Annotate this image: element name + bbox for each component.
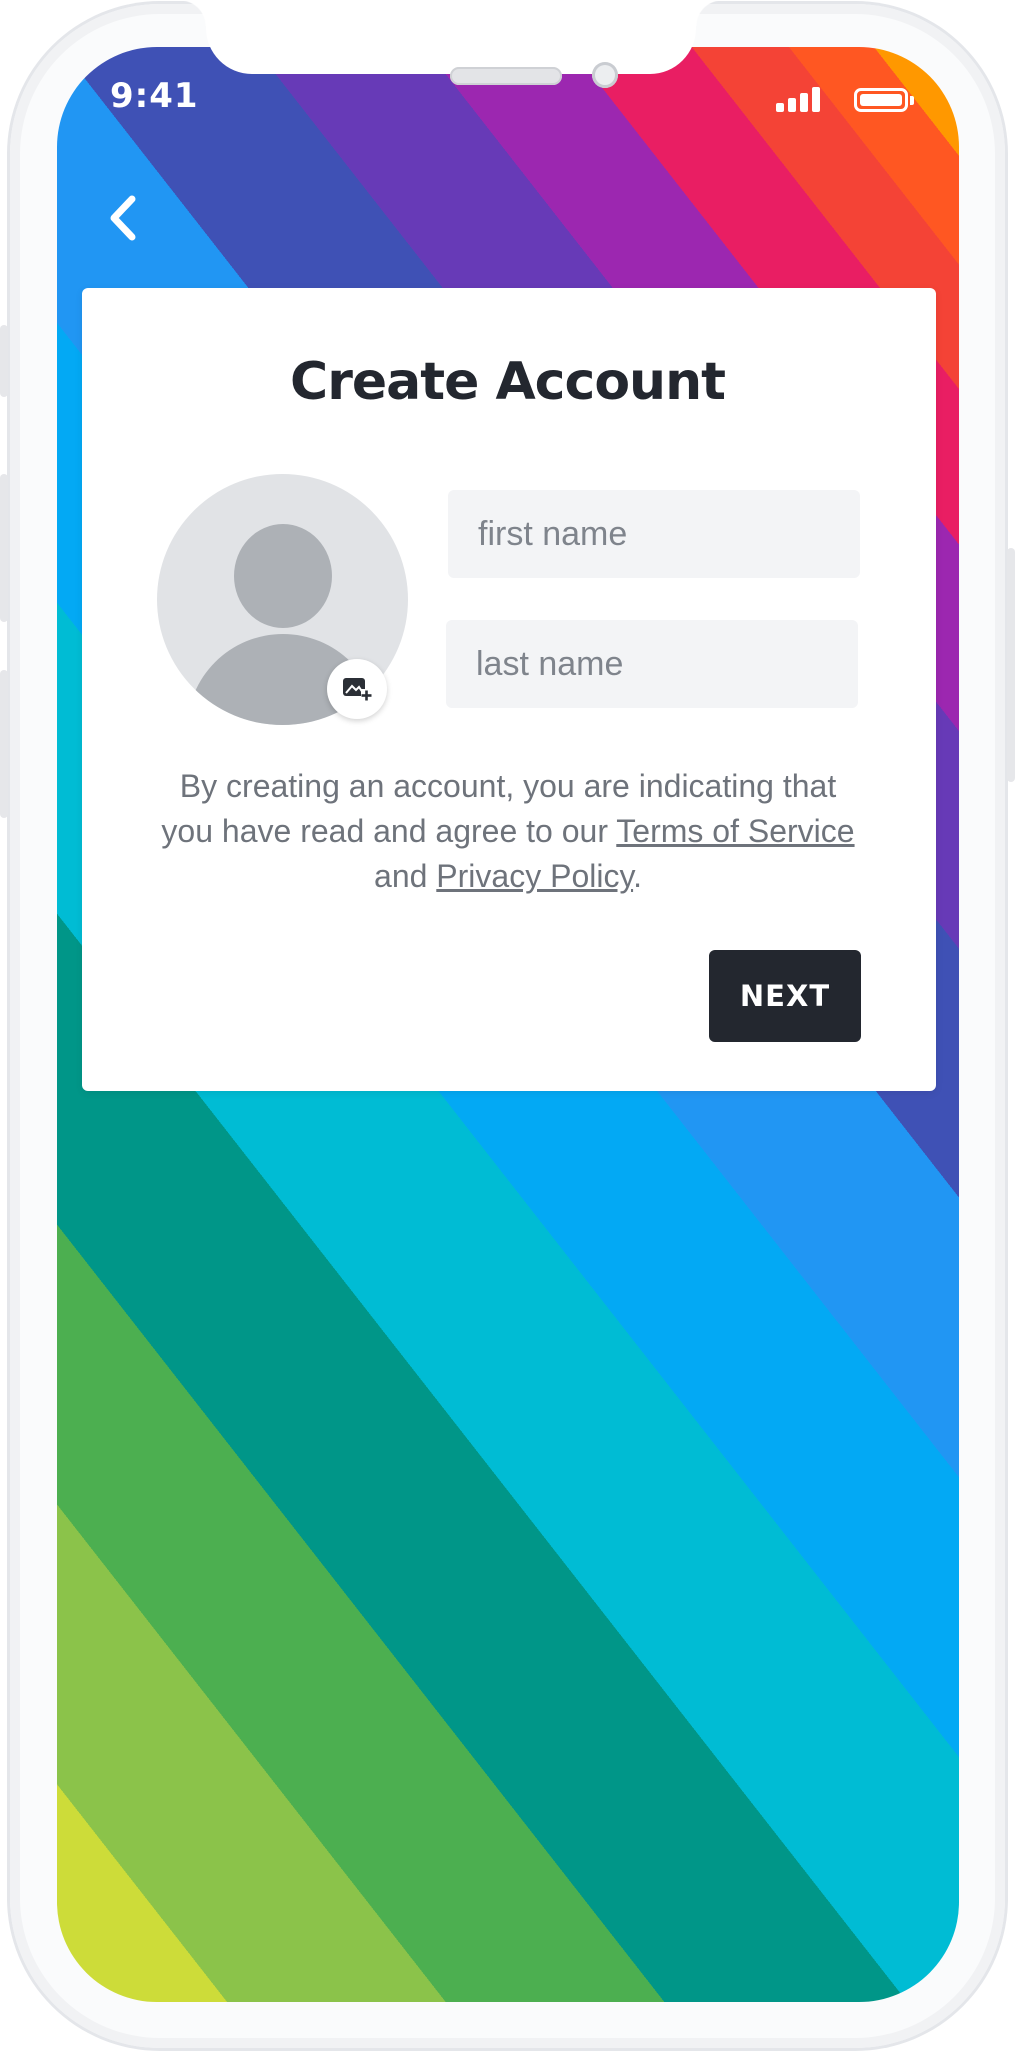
volume-up-button [0,474,8,622]
next-button[interactable]: NEXT [709,950,861,1042]
add-photo-button[interactable] [327,659,387,719]
chevron-left-icon [110,195,136,241]
user-placeholder-icon [234,524,332,628]
privacy-policy-link[interactable]: Privacy Policy [436,858,633,894]
notch [180,0,722,74]
battery-icon [854,88,914,112]
status-time: 9:41 [110,76,199,116]
legal-notice: By creating an account, you are indicati… [160,764,856,899]
first-name-input[interactable] [448,490,860,578]
page-title: Create Account [290,352,726,412]
legal-middle: and [374,858,437,894]
volume-down-button [0,670,8,818]
speaker-grille [450,67,562,85]
back-button[interactable] [94,190,150,246]
legal-suffix: . [633,858,642,894]
add-photo-icon [343,678,372,701]
last-name-input[interactable] [446,620,858,708]
front-camera [592,62,618,88]
terms-of-service-link[interactable]: Terms of Service [616,813,854,849]
signal-bars-icon [776,86,822,112]
power-button [1007,548,1015,782]
